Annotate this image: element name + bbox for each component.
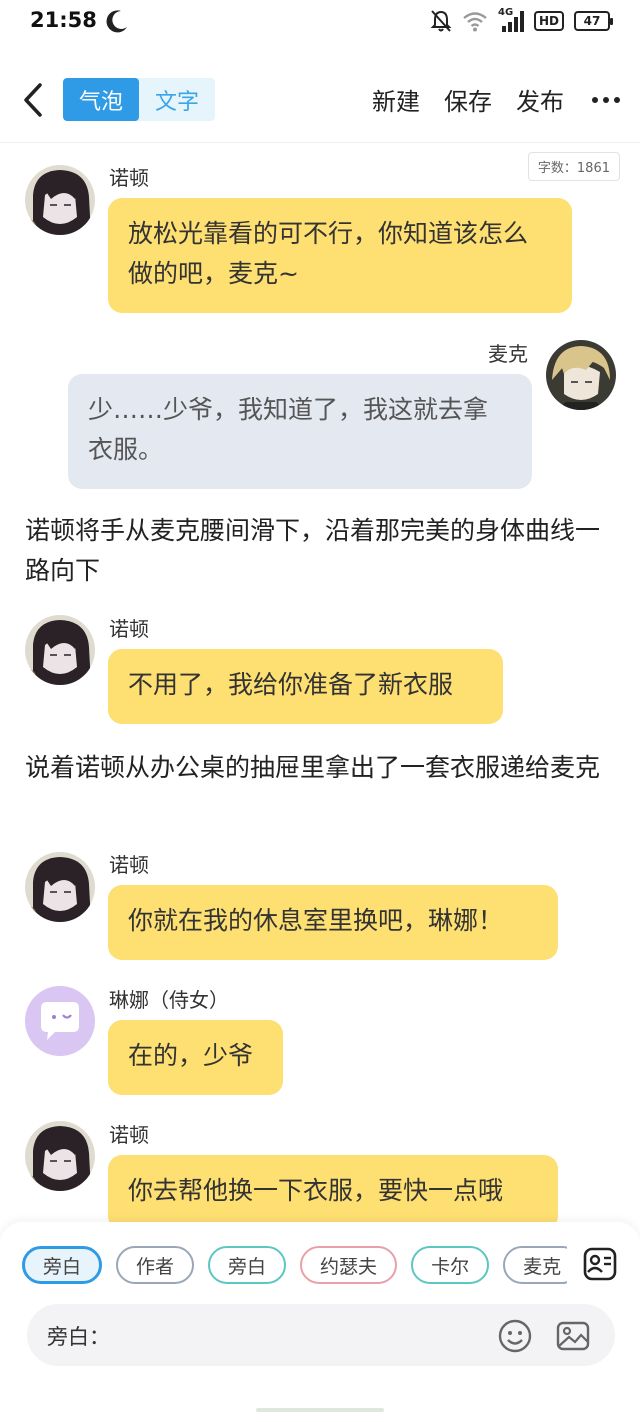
avatar-mike[interactable] [546, 340, 616, 410]
signal-icon [501, 11, 524, 32]
role-chip-narrator[interactable]: 旁白 [208, 1246, 287, 1284]
word-count-badge: 字数：1861 [527, 152, 620, 181]
speaker-name: 诺顿 [109, 617, 149, 641]
message-bubble[interactable]: 你就在我的休息室里换吧，琳娜！ [108, 885, 558, 960]
message-bubble[interactable]: 少……少爷，我知道了，我这就去拿衣服。 [68, 374, 532, 489]
more-horizontal-icon[interactable] [592, 96, 620, 103]
role-chip-joseph[interactable]: 约瑟夫 [300, 1246, 398, 1284]
header-actions: 新建 保存 发布 [372, 82, 620, 117]
speaker-name: 诺顿 [109, 166, 149, 190]
home-indicator [256, 1408, 384, 1412]
publish-button[interactable]: 发布 [516, 82, 564, 117]
avatar-norton[interactable] [25, 1121, 95, 1191]
smiley-icon[interactable] [497, 1318, 533, 1354]
status-time: 21:58 [30, 8, 97, 32]
message-bubble[interactable]: 在的，少爷 [108, 1020, 283, 1095]
message-bubble[interactable]: 你去帮他换一下衣服，要快一点哦 [108, 1155, 558, 1230]
battery-icon: 47 [574, 11, 613, 31]
status-icons: 4G HD 47 [430, 7, 613, 33]
wifi-icon [463, 12, 487, 32]
bell-off-icon [430, 10, 452, 32]
speaker-name: 诺顿 [109, 1123, 149, 1147]
image-icon[interactable] [555, 1318, 591, 1354]
chat-bubble-icon [41, 1002, 79, 1040]
speaker-name: 麦克 [488, 342, 528, 366]
new-button[interactable]: 新建 [372, 82, 420, 117]
role-chip-narrator-selected[interactable]: 旁白 [22, 1246, 103, 1284]
contacts-icon[interactable] [582, 1246, 618, 1282]
message-input[interactable]: 旁白： [27, 1304, 615, 1366]
narration-text[interactable]: 诺顿将手从麦克腰间滑下，沿着那完美的身体曲线一路向下 [25, 511, 615, 591]
bottom-input-panel: 旁白 作者 旁白 约瑟夫 卡尔 麦克 旁白： [0, 1222, 640, 1422]
speaker-name: 琳娜（侍女） [109, 988, 229, 1012]
tab-text[interactable]: 文字 [139, 78, 215, 121]
hd-badge: HD [533, 11, 564, 31]
avatar-norton[interactable] [25, 615, 95, 685]
role-chip-author[interactable]: 作者 [116, 1246, 195, 1284]
back-button[interactable] [18, 80, 48, 120]
speaker-name: 诺顿 [109, 853, 149, 877]
signal-indicator: 4G [498, 7, 524, 33]
mode-toggle: 气泡 文字 [63, 78, 215, 121]
avatar-norton[interactable] [25, 165, 95, 235]
avatar-lina[interactable] [25, 986, 95, 1056]
avatar-norton[interactable] [25, 852, 95, 922]
save-button[interactable]: 保存 [444, 82, 492, 117]
editor-header: 气泡 文字 新建 保存 发布 [0, 60, 640, 140]
message-bubble[interactable]: 放松光靠看的可不行，你知道该怎么做的吧，麦克~ [108, 198, 572, 313]
role-chip-mike[interactable]: 麦克 [503, 1246, 567, 1284]
input-role-label: 旁白： [47, 1325, 110, 1349]
status-bar: 21:58 4G HD 47 [0, 0, 640, 44]
message-bubble[interactable]: 不用了，我给你准备了新衣服 [108, 649, 503, 724]
header-divider [0, 142, 640, 143]
tab-bubble[interactable]: 气泡 [63, 78, 139, 121]
narration-text[interactable]: 说着诺顿从办公桌的抽屉里拿出了一套衣服递给麦克 [25, 748, 615, 788]
role-chip-list: 旁白 作者 旁白 约瑟夫 卡尔 麦克 [22, 1246, 567, 1286]
moon-icon [106, 10, 127, 33]
role-chip-carl[interactable]: 卡尔 [411, 1246, 490, 1284]
chevron-left-icon [24, 83, 42, 117]
